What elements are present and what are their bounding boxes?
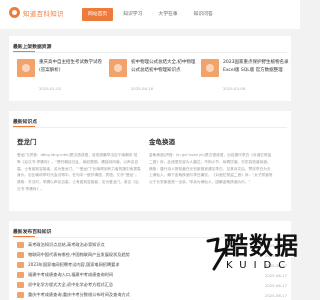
- section-title: 最新知识点: [13, 120, 37, 127]
- divider: [13, 52, 287, 53]
- article-title[interactable]: 初中化学方程式大全,初中化学必考方程式汇总: [28, 282, 113, 288]
- article-title[interactable]: 重庆中考成绩查询,重庆中考分数线公布时间及查询方式: [28, 292, 130, 298]
- knowledge-title[interactable]: 登龙门: [17, 136, 141, 146]
- knowledge-item[interactable]: 金龟换酒 金龟换酒(拼音：jīn guī huàn jiǔ)是汉语成语，出自唐代…: [149, 136, 273, 214]
- article-title[interactable]: 高考政治知识点总结,高考政治必背知识点: [28, 242, 105, 248]
- nav-item-home[interactable]: 网站首页: [82, 8, 114, 21]
- knowledge-item[interactable]: 登龙门 登龙门(拼音：dēng lóng mén)是汉语成语，该成语最早出自于南…: [17, 136, 141, 214]
- watermark-subtext: KUIDC: [226, 260, 293, 271]
- section-title: 最新发布百科知识: [13, 230, 52, 237]
- section-title: 最新上架数据资源: [13, 45, 52, 52]
- divider: [13, 127, 287, 128]
- knowledge-title[interactable]: 金龟换酒: [149, 136, 273, 146]
- latest-resources-panel: 最新上架数据资源 重庆高中自主招生考试数学试卷(答案解析) 2025-01-02…: [9, 36, 291, 101]
- resource-title[interactable]: 初中物理公式总结大全,初中物理公式总结初中物理知识点: [131, 59, 197, 74]
- logo-icon: [9, 7, 20, 18]
- main-nav: 网站首页 知识学习 大学在事 知识问答: [82, 8, 223, 21]
- article-thumbnail: [17, 262, 24, 268]
- knowledge-summary: 登龙门(拼音：dēng lóng mén)是汉语成语，该成语最早出自于南朝宋·范…: [17, 153, 141, 191]
- resource-card[interactable]: 初中物理公式总结大全,初中物理公式总结初中物理知识点 2025-06-18: [109, 59, 197, 99]
- article-title[interactable]: 2023年国家电网招聘考试内容,国家电网招聘要求: [28, 262, 120, 268]
- article-thumbnail: [17, 242, 24, 248]
- resource-title[interactable]: 2023国家重点保护野生植物名录Excel版 SQL版 官方数据整理: [223, 59, 289, 74]
- latest-knowledge-panel: 最新知识点 登龙门 登龙门(拼音：dēng lóng mén)是汉语成语，该成语…: [9, 111, 291, 211]
- resource-card[interactable]: 2023国家重点保护野生植物名录Excel版 SQL版 官方数据整理 2025-…: [201, 59, 289, 99]
- resource-date: 2025-01-02: [39, 86, 62, 91]
- site-logo[interactable]: 知道百科知识: [9, 7, 64, 18]
- nav-item-university[interactable]: 大学在事: [152, 8, 183, 21]
- resource-thumbnail: [201, 59, 219, 77]
- resource-date: 2025-06-18: [131, 86, 154, 91]
- article-title[interactable]: 福建中考成绩查询入口,福建中考成绩查询时间: [28, 272, 113, 278]
- resource-thumbnail: [109, 59, 127, 77]
- watermark-logo: 酷数据 KUIDC: [200, 221, 300, 300]
- resource-card[interactable]: 重庆高中自主招生考试数学试卷(答案解析) 2025-01-02: [17, 59, 105, 99]
- article-thumbnail: [17, 292, 24, 298]
- article-title[interactable]: 物联网中国代表有哪些,中国物联网产业发展现状及趋势: [28, 252, 130, 258]
- site-header: 知道百科知识 网站首页 知识学习 大学在事 知识问答: [0, 0, 300, 29]
- knowledge-summary: 金龟换酒(拼音：jīn guī huàn jiǔ)是汉语成语，出自唐代李白《对酒…: [149, 153, 273, 185]
- resource-thumbnail: [17, 59, 35, 77]
- nav-item-qa[interactable]: 知识问答: [188, 8, 219, 21]
- article-thumbnail: [17, 272, 24, 278]
- resource-date: 2025-03-08: [223, 86, 246, 91]
- resource-title[interactable]: 重庆高中自主招生考试数学试卷(答案解析): [39, 59, 105, 74]
- article-thumbnail: [17, 252, 24, 258]
- watermark-text: 酷数据: [224, 232, 299, 260]
- logo-text: 知道百科知识: [23, 9, 64, 18]
- nav-item-learning[interactable]: 知识学习: [117, 8, 148, 21]
- article-thumbnail: [17, 282, 24, 288]
